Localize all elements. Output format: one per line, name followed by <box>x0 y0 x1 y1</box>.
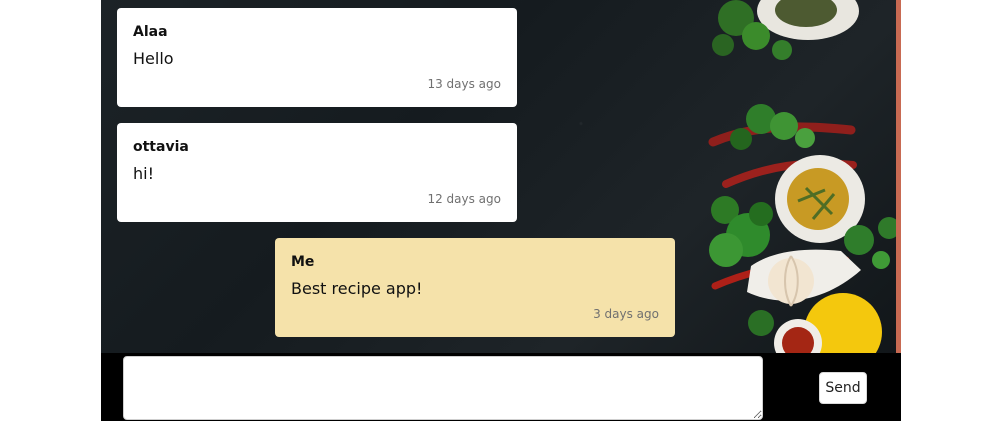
message-text: hi! <box>133 164 154 183</box>
right-accent-edge <box>896 0 901 353</box>
chat-window: Alaa Hello 13 days ago ottavia hi! 12 da… <box>101 0 901 421</box>
message-text: Best recipe app! <box>291 279 423 298</box>
page: Alaa Hello 13 days ago ottavia hi! 12 da… <box>0 0 996 421</box>
message-timestamp: 12 days ago <box>427 192 501 206</box>
message-input[interactable] <box>123 356 763 420</box>
message-card-ottavia: ottavia hi! 12 days ago <box>117 123 517 222</box>
message-text: Hello <box>133 49 174 68</box>
send-button[interactable]: Send <box>819 372 867 404</box>
message-card-alaa: Alaa Hello 13 days ago <box>117 8 517 107</box>
message-author: Me <box>291 254 315 270</box>
message-composer: Send <box>101 353 901 421</box>
message-timestamp: 13 days ago <box>427 77 501 91</box>
message-timestamp: 3 days ago <box>593 307 659 321</box>
message-card-me: Me Best recipe app! 3 days ago <box>275 238 675 337</box>
message-author: Alaa <box>133 24 168 40</box>
message-author: ottavia <box>133 139 189 155</box>
